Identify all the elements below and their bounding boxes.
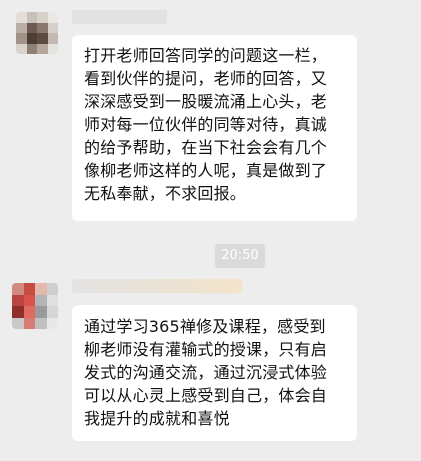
message-1-line-4: 师对每一位伙伴的同等对待，真诚	[84, 115, 328, 134]
message-2-line-1: 通过学习365禅修及课程，感受到	[84, 317, 326, 336]
sender-nickname-2-blurred	[72, 279, 242, 293]
sender-avatar-1[interactable]	[16, 12, 58, 54]
message-2-line-3: 发式的沟通交流，通过沉浸式体验	[84, 363, 328, 382]
message-1-line-7: 无私奉献，不求回报。	[84, 184, 247, 203]
sender-nickname-1-blurred	[72, 10, 167, 24]
message-1-line-3: 深深感受到一股暖流涌上心头，老	[84, 92, 328, 111]
message-1-line-6: 像柳老师这样的人呢，真是做到了	[84, 161, 328, 180]
message-bubble-2[interactable]: 通过学习365禅修及课程，感受到 柳老师没有灌输式的授课，只有启 发式的沟通交流…	[72, 305, 357, 441]
message-1-line-1: 打开老师回答同学的问题这一栏，	[84, 46, 328, 65]
message-2-line-4: 可以从心灵上感受到自己，体会自	[84, 386, 328, 405]
message-1-line-2: 看到伙伴的提问，老师的回答，又	[84, 69, 328, 88]
message-2-line-2: 柳老师没有灌输式的授课，只有启	[84, 340, 328, 359]
message-2-line-5: 我提升的成就和喜悦	[84, 409, 230, 428]
message-1-line-5: 的给予帮助，在当下社会会有几个	[84, 138, 328, 157]
timestamp: 20:50	[215, 244, 265, 268]
sender-avatar-2[interactable]	[12, 283, 58, 329]
message-bubble-1[interactable]: 打开老师回答同学的问题这一栏， 看到伙伴的提问，老师的回答，又 深深感受到一股暖…	[72, 35, 357, 221]
